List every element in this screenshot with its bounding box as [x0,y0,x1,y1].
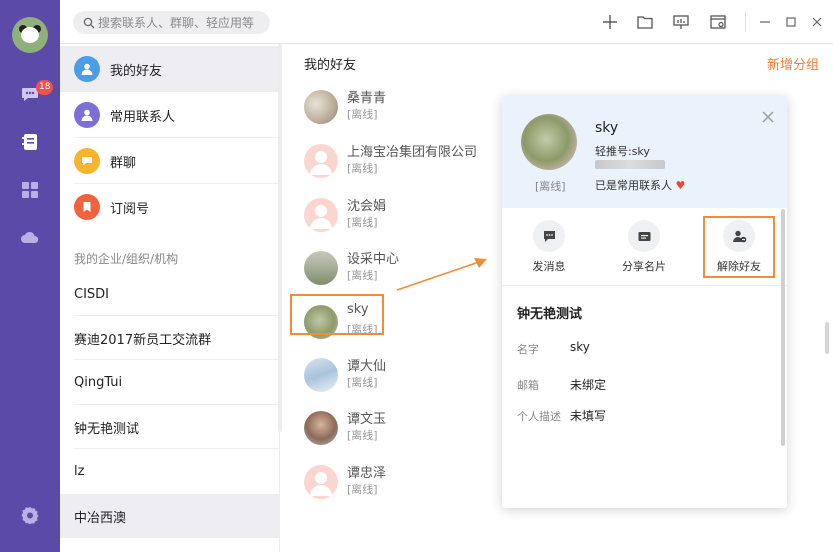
field-label-description: 个人描述 [517,410,561,423]
list-title: 我的好友 [304,58,357,73]
profile-org: 钟无艳测试 [517,307,583,322]
friend-item[interactable]: 谭文玉 [离线] [286,405,486,457]
bookmark-icon [74,194,100,220]
add-icon[interactable] [601,13,619,31]
friend-item[interactable]: 上海宝冶集团有限公司 [离线] [286,138,486,190]
field-label-email: 邮箱 [517,379,539,392]
business-card-icon [628,220,660,252]
toolbar-divider [745,12,746,32]
person-icon [74,56,100,82]
folder-icon[interactable] [636,13,654,31]
avatar [521,114,577,170]
sidebar-item-subscriptions[interactable]: 订阅号 [60,184,280,230]
send-message-button[interactable]: 发消息 [514,220,584,274]
friend-item[interactable]: 谭大仙 [离线] [286,352,486,404]
sidebar-item-frequent-contacts[interactable]: 常用联系人 [60,92,280,138]
field-value-name: sky [570,340,590,354]
redacted-phone [595,160,665,169]
cloud-icon[interactable] [20,228,40,248]
left-rail: 18 [0,0,60,552]
profile-id: 轻推号:sky [595,145,650,158]
person-icon [74,102,100,128]
card-scrollbar[interactable] [781,209,785,446]
top-bar [60,0,833,44]
settings-window-icon[interactable] [709,13,727,31]
sidebar-item-group-chats[interactable]: 群聊 [60,138,280,184]
close-card-icon[interactable] [761,110,775,124]
favorite-status: 已是常用联系人 ♥ [595,179,686,192]
unread-badge: 18 [36,80,54,95]
apps-icon[interactable] [20,180,40,200]
org-item[interactable]: CISDI [60,272,280,316]
group-chat-icon [74,148,100,174]
org-item[interactable]: 中冶西澳 [60,494,280,538]
profile-status: [离线] [535,180,566,193]
org-item[interactable]: 赛迪2017新员工交流群 [60,316,280,360]
minimize-icon[interactable] [756,13,774,31]
field-label-name: 名字 [517,343,539,356]
contacts-icon[interactable] [20,132,40,152]
user-avatar[interactable] [12,17,48,53]
profile-name: sky [595,120,619,136]
org-item[interactable]: QingTui [60,360,280,404]
message-icon [533,220,565,252]
default-avatar-icon [304,465,338,499]
field-value-description: 未填写 [570,409,607,423]
share-card-button[interactable]: 分享名片 [609,220,679,274]
org-item[interactable]: 钟无艳测试 [60,405,280,449]
remove-friend-highlight [703,216,775,278]
list-scrollbar[interactable] [825,322,829,354]
presentation-icon[interactable] [672,13,690,31]
friend-item[interactable]: 桑青青 [离线] [286,84,486,136]
selected-friend-highlight [290,294,384,335]
default-avatar-icon [304,144,338,178]
org-item[interactable]: lz [60,449,280,493]
avatar [304,90,338,124]
settings-gear-icon[interactable] [20,505,40,525]
default-avatar-icon [304,198,338,232]
add-group-link[interactable]: 新增分组 [767,54,819,73]
maximize-icon[interactable] [782,13,800,31]
contacts-sidebar: 我的好友 常用联系人 群聊 订阅号 我的企业/组织/机构 CISDI 赛迪201… [60,44,280,552]
search-input[interactable] [98,15,268,30]
friend-item[interactable]: 沈会娟 [离线] [286,192,486,244]
heart-icon: ♥ [675,179,686,192]
org-section-title: 我的企业/组织/机构 [74,252,179,266]
profile-card: [离线] sky 轻推号:sky 已是常用联系人 ♥ 发消息 分享名片 解除好友… [502,96,787,508]
search-box[interactable] [73,11,270,34]
annotation-arrow-icon [396,258,487,291]
avatar [304,358,338,392]
sidebar-scrollbar[interactable] [278,44,282,432]
sidebar-item-my-friends[interactable]: 我的好友 [60,46,280,92]
avatar [304,411,338,445]
search-icon [83,17,95,28]
friend-item[interactable]: 谭忠泽 [离线] [286,459,486,511]
close-icon[interactable] [808,13,826,31]
avatar [304,251,338,285]
field-value-email: 未绑定 [570,378,607,392]
